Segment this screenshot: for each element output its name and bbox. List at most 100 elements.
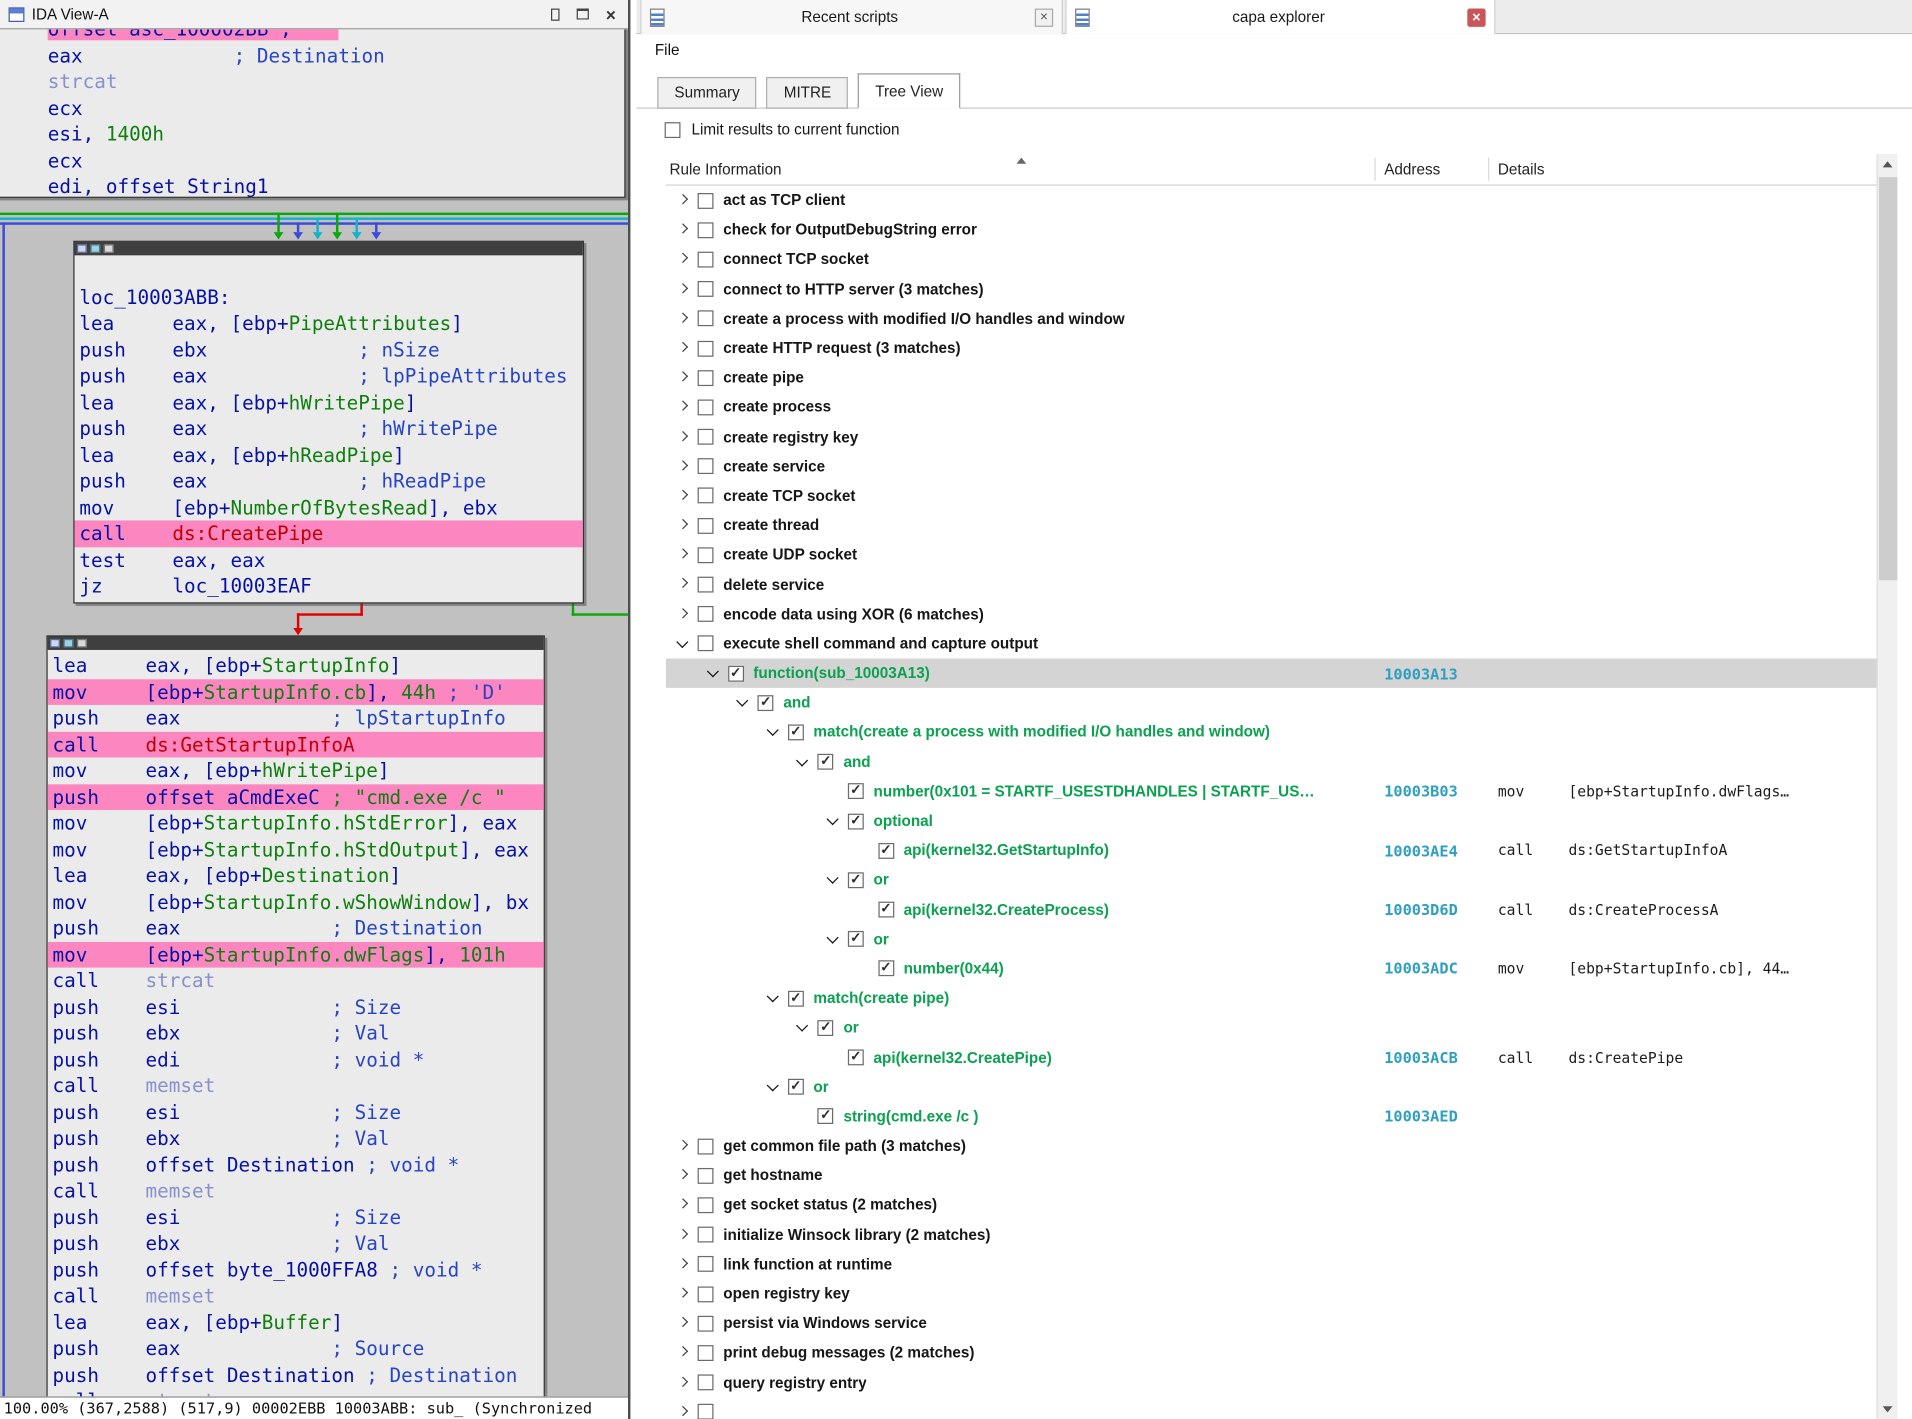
rule-checkbox[interactable] (848, 931, 864, 947)
tree-row[interactable]: check for OutputDebugString error (666, 215, 1877, 245)
column-details[interactable]: Details (1498, 154, 1545, 186)
collapse-arrow-icon[interactable] (762, 1072, 788, 1102)
expand-arrow-icon[interactable] (672, 599, 698, 629)
rule-label[interactable]: string(cmd.exe /c ) (843, 1108, 978, 1125)
collapse-arrow-icon[interactable] (762, 718, 788, 748)
collapse-arrow-icon[interactable] (822, 924, 848, 954)
asm-line[interactable]: push ebx ; Val (48, 1125, 544, 1151)
tree-row[interactable] (666, 1397, 1877, 1419)
rule-checkbox[interactable] (878, 843, 894, 859)
asm-line[interactable]: mov edi, offset String1 (0, 173, 624, 199)
asm-line[interactable]: push edi ; void * (48, 1046, 544, 1072)
asm-line[interactable]: push offset Destination ; Destination (48, 1362, 544, 1388)
tree-row[interactable]: api(kernel32.CreateProcess)10003D6Dcall … (666, 895, 1877, 925)
asm-line[interactable]: call ds:GetStartupInfoA (48, 731, 544, 757)
rule-label[interactable]: create HTTP request (3 matches) (723, 340, 960, 357)
tree-row[interactable]: create pipe (666, 363, 1877, 393)
rule-label[interactable]: function(sub_10003A13) (753, 665, 930, 682)
rule-checkbox[interactable] (728, 665, 744, 681)
rule-checkbox[interactable] (698, 1375, 714, 1391)
expand-arrow-icon[interactable] (672, 481, 698, 511)
collapse-arrow-icon[interactable] (792, 1013, 818, 1043)
rule-label[interactable]: link function at runtime (723, 1256, 892, 1273)
rule-checkbox[interactable] (848, 784, 864, 800)
block-title-strip[interactable] (48, 637, 544, 650)
expand-arrow-icon[interactable] (672, 245, 698, 275)
tree-row[interactable]: create registry key (666, 422, 1877, 452)
asm-line[interactable]: jz loc_10003EAF (75, 573, 583, 599)
asm-line[interactable]: push eax ; lpStartupInfo (48, 705, 544, 731)
rule-checkbox[interactable] (698, 606, 714, 622)
tree-row[interactable]: or (666, 1072, 1877, 1102)
expand-arrow-icon[interactable] (672, 393, 698, 423)
asm-line[interactable]: call memset (48, 1073, 544, 1099)
rule-label[interactable]: api(kernel32.CreatePipe) (874, 1049, 1052, 1066)
expand-arrow-icon[interactable] (672, 215, 698, 245)
rule-label[interactable]: execute shell command and capture output (723, 635, 1038, 652)
collapse-arrow-icon[interactable] (762, 984, 788, 1014)
rule-label[interactable]: or (874, 931, 889, 948)
rule-checkbox[interactable] (848, 1050, 864, 1066)
tree-row[interactable]: match(create a process with modified I/O… (666, 718, 1877, 748)
rule-label[interactable]: open registry key (723, 1285, 849, 1302)
rule-checkbox[interactable] (698, 252, 714, 268)
collapse-arrow-icon[interactable] (702, 659, 728, 689)
asm-line[interactable]: call memset (48, 1178, 544, 1204)
rule-checkbox[interactable] (698, 1227, 714, 1243)
rule-checkbox[interactable] (698, 193, 714, 209)
column-rule-information[interactable]: Rule Information (670, 154, 782, 186)
rule-checkbox[interactable] (878, 902, 894, 918)
expand-arrow-icon[interactable] (672, 1309, 698, 1339)
tree-row[interactable]: number(0x101 = STARTF_USESTDHANDLES | ST… (666, 777, 1877, 807)
expand-arrow-icon[interactable] (672, 540, 698, 570)
tab-tree-view[interactable]: Tree View (858, 73, 960, 108)
expand-arrow-icon[interactable] (672, 422, 698, 452)
rule-label[interactable]: number(0x44) (904, 960, 1004, 977)
rule-label[interactable]: create TCP socket (723, 487, 855, 504)
asm-line[interactable]: push ebx ; Val (48, 1230, 544, 1256)
rule-checkbox[interactable] (698, 1345, 714, 1361)
asm-line[interactable]: push offset aCmdExeC ; "cmd.exe /c " (48, 784, 544, 810)
tree-row[interactable]: delete service (666, 570, 1877, 600)
rule-label[interactable]: get hostname (723, 1167, 822, 1184)
collapse-arrow-icon[interactable] (672, 629, 698, 659)
tree-row[interactable]: create TCP socket (666, 481, 1877, 511)
asm-line[interactable]: mov eax, [ebp+hWritePipe] (48, 757, 544, 783)
expand-arrow-icon[interactable] (672, 274, 698, 304)
tree-row[interactable]: act as TCP client (666, 186, 1877, 216)
asm-line[interactable]: push ebx ; nSize (75, 337, 583, 363)
close-tab-icon[interactable] (1467, 8, 1485, 26)
rule-checkbox[interactable] (758, 695, 774, 711)
asm-line[interactable] (75, 258, 583, 284)
graph-view[interactable]: push offset asc_100002BB ; " "push eax ;… (0, 29, 628, 1396)
tree-row[interactable]: and (666, 688, 1877, 718)
rule-checkbox[interactable] (788, 990, 804, 1006)
asm-line[interactable]: lea eax, [ebp+StartupInfo] (48, 652, 544, 678)
tree-row[interactable]: string(cmd.exe /c )10003AED (666, 1102, 1877, 1132)
tab-recent-scripts[interactable]: Recent scripts (640, 0, 1063, 34)
rule-label[interactable]: create registry key (723, 428, 858, 445)
tree-row[interactable]: create UDP socket (666, 540, 1877, 570)
asm-line[interactable]: mov [ebp+StartupInfo.dwFlags], 101h (48, 941, 544, 967)
asm-line[interactable]: mov [ebp+StartupInfo.cb], 44h ; 'D' (48, 679, 544, 705)
rule-label[interactable]: create pipe (723, 369, 804, 386)
column-address[interactable]: Address (1384, 154, 1440, 186)
expand-arrow-icon[interactable] (672, 1250, 698, 1280)
rule-checkbox[interactable] (698, 547, 714, 563)
expand-arrow-icon[interactable] (672, 333, 698, 363)
asm-line[interactable]: push esi ; Size (48, 1204, 544, 1230)
tree-row[interactable]: initialize Winsock library (2 matches) (666, 1220, 1877, 1250)
rule-checkbox[interactable] (698, 429, 714, 445)
close-button[interactable] (602, 5, 619, 22)
tree-row[interactable]: api(kernel32.CreatePipe)10003ACBcall ds:… (666, 1043, 1877, 1073)
expand-arrow-icon[interactable] (672, 363, 698, 393)
asm-line[interactable]: loc_10003ABB: (75, 284, 583, 310)
rule-label[interactable]: match(create a process with modified I/O… (813, 724, 1270, 741)
rule-label[interactable]: api(kernel32.CreateProcess) (904, 901, 1109, 918)
column-divider[interactable] (1488, 158, 1489, 181)
asm-line[interactable]: push eax ; Destination (48, 915, 544, 941)
basic-block[interactable]: push offset asc_100002BB ; " "push eax ;… (0, 29, 626, 198)
expand-arrow-icon[interactable] (672, 1131, 698, 1161)
rule-checkbox[interactable] (698, 458, 714, 474)
rule-label[interactable]: act as TCP client (723, 192, 845, 209)
